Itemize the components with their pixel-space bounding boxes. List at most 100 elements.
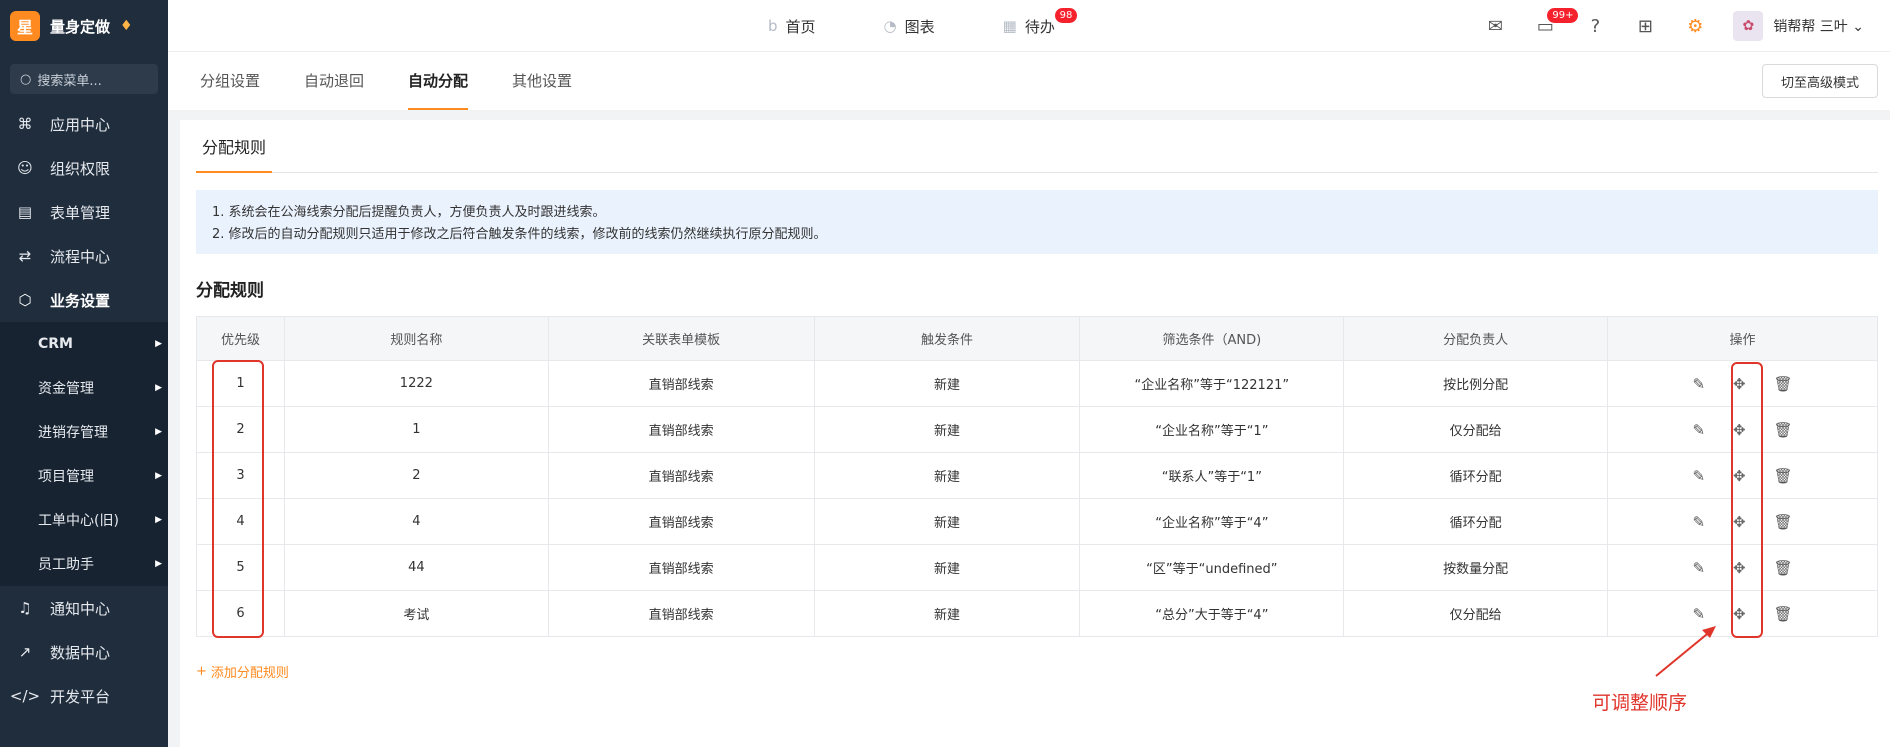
rule-name-cell: 44 — [283, 544, 549, 591]
rule-name-cell: 2 — [283, 452, 549, 499]
diamond-icon: ♦ — [120, 18, 133, 34]
rules-title: 分配规则 — [196, 281, 264, 301]
top-nav-charts[interactable]: ◔ 图表 — [884, 16, 935, 37]
switch-advanced-mode-button[interactable]: 切至高级模式 — [1761, 64, 1878, 98]
caret-right-icon: ▶ — [155, 339, 162, 349]
assignee-cell: 仅分配给 — [1343, 406, 1609, 453]
sidebar-subitem-assistant[interactable]: 员工助手 ▶ — [0, 542, 168, 586]
sidebar-item-label: 业务设置 — [50, 291, 111, 310]
help-icon[interactable]: ? — [1583, 16, 1607, 37]
tab-group-settings[interactable]: 分组设置 — [200, 52, 260, 110]
filter-cell: “企业名称”等于“122121” — [1079, 360, 1345, 407]
cube-icon: ⬡ — [18, 291, 32, 309]
assignee-cell: 按比例分配 — [1343, 360, 1609, 407]
sidebar-item-business-settings[interactable]: ⬡ 业务设置 — [0, 278, 168, 322]
trash-icon[interactable]: 🗑 — [1774, 559, 1793, 577]
edit-icon[interactable]: ✎ — [1692, 421, 1705, 439]
edit-icon[interactable]: ✎ — [1692, 375, 1705, 393]
sidebar-item-label: 组织权限 — [50, 159, 111, 178]
edit-icon[interactable]: ✎ — [1692, 605, 1705, 623]
caret-right-icon: ▶ — [155, 471, 162, 481]
column-header: 规则名称 — [283, 316, 549, 361]
sidebar-item-label: 数据中心 — [50, 643, 111, 662]
caret-right-icon: ▶ — [155, 515, 162, 525]
message-icon[interactable]: ▭ 99+ — [1533, 7, 1579, 37]
user-icon: ☺ — [17, 159, 33, 177]
user-menu[interactable]: 销帮帮 三叶 ⌄ — [1773, 16, 1864, 36]
avatar[interactable]: ✿ — [1733, 11, 1764, 41]
grid-icon[interactable]: ⊞ — [1633, 16, 1657, 37]
trigger-cell: 新建 — [813, 452, 1081, 499]
table-header-row: 优先级 规则名称 关联表单模板 触发条件 筛选条件（AND) 分配负责人 操作 — [196, 316, 1878, 361]
rule-name-cell: 4 — [283, 498, 549, 545]
top-bar: b 首页 ◔ 图表 ▦ 待办 98 ✉ ▭ 99+ ? ⊞ ⚙ ✿ 销帮帮 三叶 … — [168, 0, 1890, 52]
column-header: 关联表单模板 — [547, 316, 815, 361]
sidebar-item-form-management[interactable]: ▤ 表单管理 — [0, 190, 168, 234]
assignee-cell: 仅分配给 — [1343, 590, 1609, 637]
sidebar-subitem-inventory[interactable]: 进销存管理 ▶ — [0, 410, 168, 454]
trash-icon[interactable]: 🗑 — [1774, 375, 1793, 393]
top-nav-todo[interactable]: ▦ 待办 98 — [1003, 7, 1078, 37]
menu-search-input[interactable]: ○ 搜索菜单... — [10, 64, 158, 94]
top-nav-label: 图表 — [904, 17, 935, 36]
sidebar-item-data-center[interactable]: ↗ 数据中心 — [0, 630, 168, 674]
notice-line: 2. 修改后的自动分配规则只适用于修改之后符合触发条件的线索，修改前的线索仍然继… — [212, 227, 827, 242]
home-b-icon: b — [768, 17, 778, 35]
sidebar-item-notifications[interactable]: ♫ 通知中心 — [0, 586, 168, 630]
trigger-cell: 新建 — [813, 360, 1081, 407]
sidebar-subitem-label: 资金管理 — [38, 381, 94, 397]
settings-tabs: 分组设置 自动退回 自动分配 其他设置 — [200, 52, 572, 110]
trash-icon[interactable]: 🗑 — [1774, 605, 1793, 623]
rules-table: 优先级 规则名称 关联表单模板 触发条件 筛选条件（AND) 分配负责人 操作 … — [196, 316, 1878, 637]
edit-icon[interactable]: ✎ — [1692, 513, 1705, 531]
tab-assign-rules[interactable]: 分配规则 — [196, 120, 273, 173]
form-template-cell: 直销部线索 — [547, 452, 815, 499]
add-rule-button[interactable]: + 添加分配规则 — [196, 662, 289, 681]
trash-icon[interactable]: 🗑 — [1774, 421, 1793, 439]
add-rule-label: 添加分配规则 — [210, 666, 289, 681]
sidebar-item-org-permissions[interactable]: ☺ 组织权限 — [0, 146, 168, 190]
todo-badge: 98 — [1054, 7, 1078, 23]
table-row: 5 44 直销部线索 新建 “区”等于“undefined” 按数量分配 ✎ ✥ 🗑 — [196, 544, 1878, 591]
message-badge: 99+ — [1547, 7, 1579, 23]
column-header: 触发条件 — [813, 316, 1081, 361]
sidebar-subitem-funds[interactable]: 资金管理 ▶ — [0, 366, 168, 410]
gear-icon[interactable]: ⚙ — [1683, 16, 1707, 37]
sidebar-item-label: 开发平台 — [50, 687, 111, 706]
sidebar-item-label: 应用中心 — [50, 115, 111, 134]
edit-icon[interactable]: ✎ — [1692, 467, 1705, 485]
notice-line: 1. 系统会在公海线索分配后提醒负责人，方便负责人及时跟进线索。 — [212, 205, 606, 220]
sidebar-subitem-projects[interactable]: 项目管理 ▶ — [0, 454, 168, 498]
edit-icon[interactable]: ✎ — [1692, 559, 1705, 577]
top-nav-home[interactable]: b 首页 — [768, 16, 816, 37]
sidebar: 星 量身定做 ♦ ○ 搜索菜单... ⌘ 应用中心 ☺ 组织权限 ▤ 表单管理 … — [0, 0, 168, 747]
trash-icon[interactable]: 🗑 — [1774, 513, 1793, 531]
trash-icon[interactable]: 🗑 — [1774, 467, 1793, 485]
tab-other-settings[interactable]: 其他设置 — [512, 52, 572, 110]
form-icon: ▤ — [17, 203, 33, 221]
priority-highlight-box — [212, 360, 264, 638]
flow-icon: ⇄ — [18, 247, 32, 265]
settings-tabs-bar: 分组设置 自动退回 自动分配 其他设置 切至高级模式 — [168, 52, 1890, 110]
sidebar-subitem-workorder[interactable]: 工单中心(旧) ▶ — [0, 498, 168, 542]
code-icon: </> — [9, 687, 41, 705]
filter-cell: “企业名称”等于“4” — [1079, 498, 1345, 545]
assignee-cell: 按数量分配 — [1343, 544, 1609, 591]
sidebar-subitem-crm[interactable]: CRM ▶ — [0, 322, 168, 366]
form-template-cell: 直销部线索 — [547, 590, 815, 637]
mail-icon[interactable]: ✉ — [1483, 16, 1507, 37]
top-right-tools: ✉ ▭ 99+ ? ⊞ ⚙ ✿ 销帮帮 三叶 ⌄ — [1483, 0, 1864, 52]
form-template-cell: 直销部线索 — [547, 498, 815, 545]
rule-name-cell: 1 — [283, 406, 549, 453]
bell-icon: ♫ — [18, 599, 32, 617]
sidebar-subitem-label: 进销存管理 — [38, 425, 108, 441]
sidebar-item-label: 流程中心 — [50, 247, 111, 266]
sidebar-item-flow-center[interactable]: ⇄ 流程中心 — [0, 234, 168, 278]
annotation-arrow-icon — [1655, 626, 1716, 677]
sidebar-item-app-center[interactable]: ⌘ 应用中心 — [0, 102, 168, 146]
tab-auto-assign[interactable]: 自动分配 — [408, 52, 469, 110]
annotation-text: 可调整顺序 — [1592, 692, 1688, 714]
sidebar-item-dev-platform[interactable]: </> 开发平台 — [0, 674, 168, 718]
tab-auto-return[interactable]: 自动退回 — [304, 52, 364, 110]
form-template-cell: 直销部线索 — [547, 544, 815, 591]
